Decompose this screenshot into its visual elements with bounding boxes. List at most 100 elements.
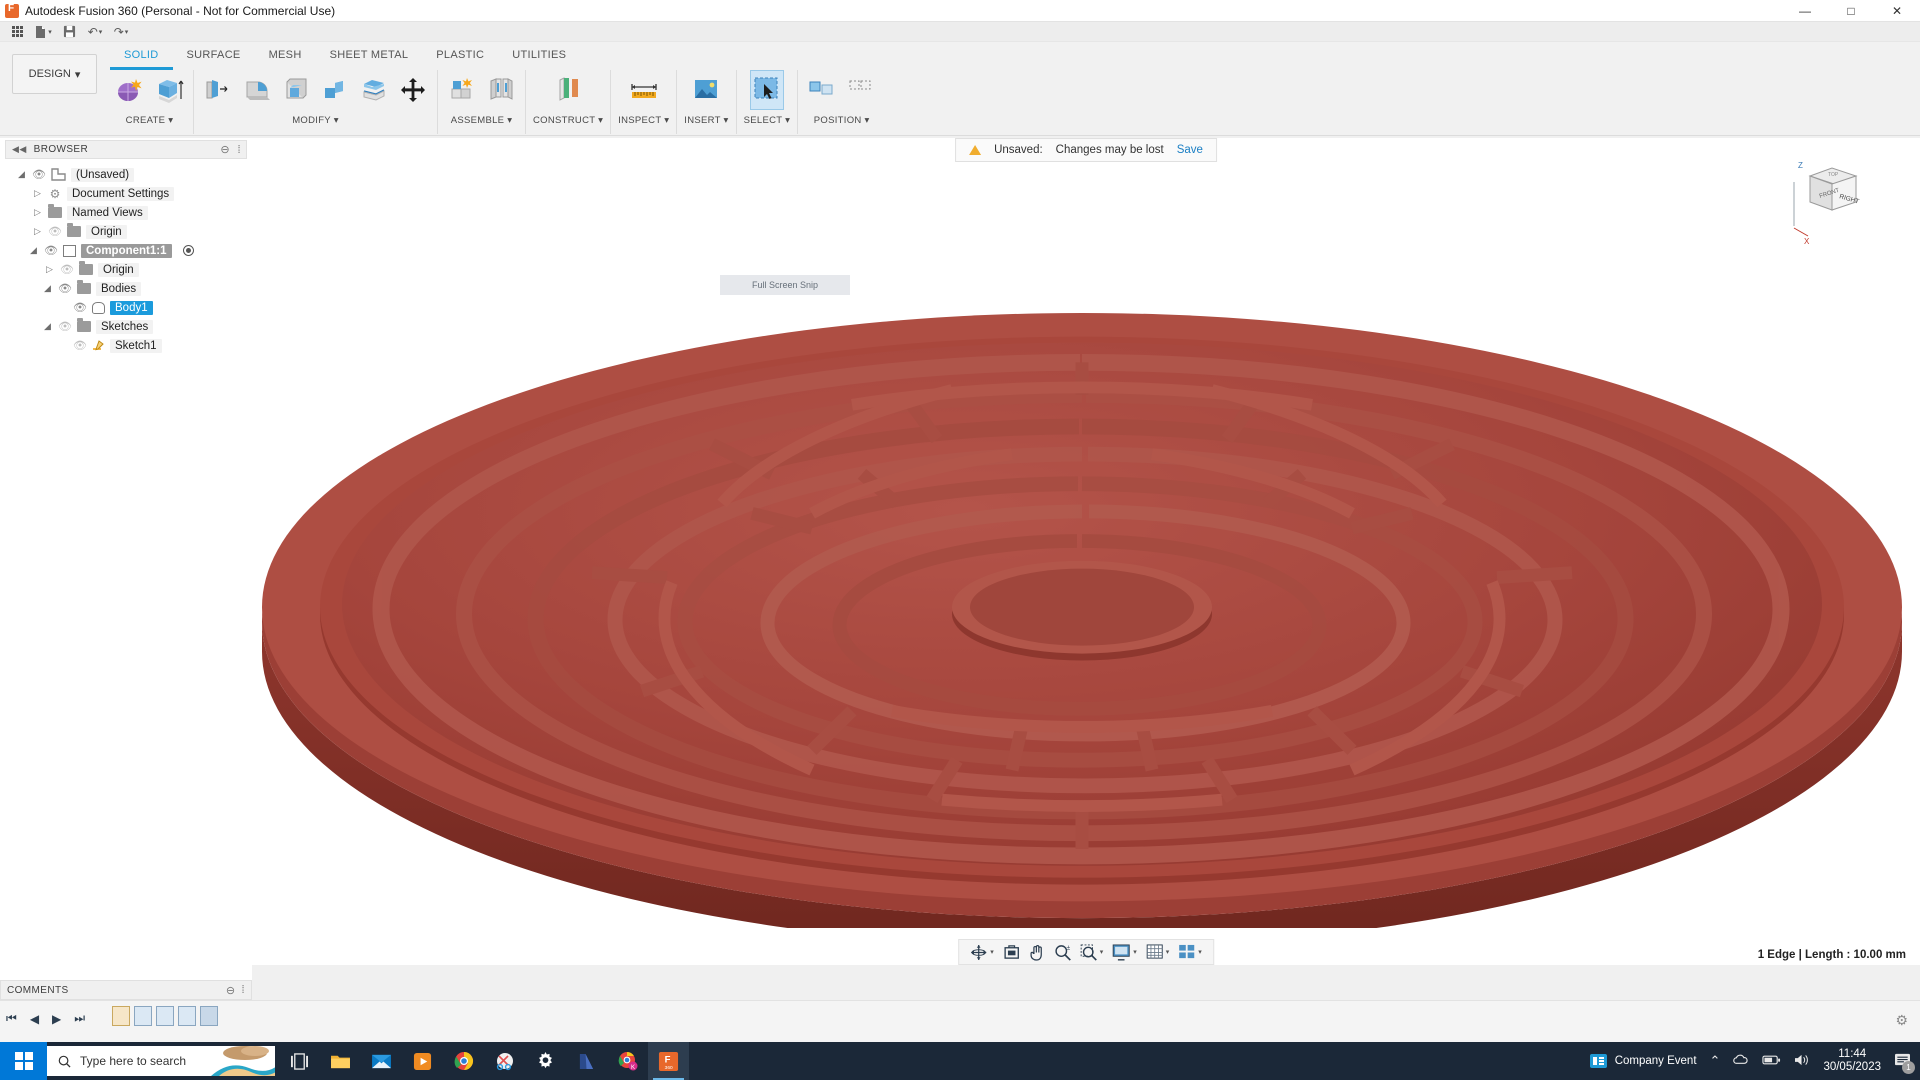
- panel-label-select[interactable]: SELECT ▾: [744, 115, 791, 126]
- select-cursor-icon[interactable]: [750, 70, 784, 110]
- browser-grip-icon[interactable]: ⁞: [238, 144, 241, 156]
- visibility-eye-icon[interactable]: 👁: [73, 301, 87, 314]
- panel-label-assemble[interactable]: ASSEMBLE ▾: [451, 115, 513, 126]
- show-hidden-icons-chevron[interactable]: ⌃: [1710, 1053, 1721, 1069]
- look-at-icon[interactable]: [1000, 944, 1023, 960]
- extrude-feature-icon[interactable]: [200, 1006, 218, 1026]
- chevron-down-icon[interactable]: ▾: [99, 28, 103, 36]
- battery-icon[interactable]: [1762, 1054, 1781, 1069]
- pan-icon[interactable]: [1026, 944, 1048, 961]
- zoom-window-icon[interactable]: ▾: [1077, 944, 1107, 961]
- expand-arrow-icon[interactable]: ▷: [32, 207, 43, 218]
- chrome-kite-icon[interactable]: K: [607, 1042, 648, 1080]
- new-component-icon[interactable]: [445, 70, 479, 110]
- tree-item-origin-comp[interactable]: ▷ 👁 Origin: [0, 260, 252, 279]
- measure-icon[interactable]: [627, 70, 661, 110]
- expand-arrow-icon[interactable]: ◢: [16, 169, 27, 180]
- 3d-canvas[interactable]: Unsaved: Changes may be lost Save FRONT …: [252, 138, 1920, 965]
- comments-pin-icon[interactable]: ⊖: [226, 984, 236, 997]
- chrome-icon[interactable]: [443, 1042, 484, 1080]
- expand-arrow-icon[interactable]: ▷: [32, 226, 43, 237]
- onedrive-icon[interactable]: [1733, 1053, 1749, 1070]
- timeline-settings-gear-icon[interactable]: ⚙: [1895, 1012, 1908, 1029]
- tab-utilities[interactable]: UTILITIES: [498, 47, 580, 70]
- browser-pin-icon[interactable]: ⊖: [220, 143, 230, 156]
- tree-item-sketches[interactable]: ◢ 👁 Sketches: [0, 317, 252, 336]
- comments-grip-icon[interactable]: ⁞: [242, 984, 245, 996]
- expand-arrow-icon[interactable]: ◢: [42, 283, 53, 294]
- visibility-eye-off-icon[interactable]: 👁: [58, 320, 72, 333]
- tab-surface[interactable]: SURFACE: [173, 47, 255, 70]
- file-explorer-icon[interactable]: [320, 1042, 361, 1080]
- tab-sheet-metal[interactable]: SHEET METAL: [316, 47, 423, 70]
- tree-item-document-settings[interactable]: ▷ ⚙ Document Settings: [0, 184, 252, 203]
- insert-image-icon[interactable]: [689, 70, 723, 110]
- tree-item-origin-root[interactable]: ▷ 👁 Origin: [0, 222, 252, 241]
- grid-settings-icon[interactable]: ▾: [1143, 944, 1173, 960]
- skip-start-icon[interactable]: ⏮: [6, 1011, 17, 1026]
- chevron-down-icon[interactable]: ▾: [48, 28, 52, 36]
- new-file-icon[interactable]: ▾: [30, 22, 56, 42]
- settings-icon[interactable]: [525, 1042, 566, 1080]
- chevron-down-icon[interactable]: ▾: [1166, 948, 1170, 956]
- fillet-icon[interactable]: [240, 70, 274, 110]
- create-sketch-icon[interactable]: [113, 70, 147, 110]
- panel-label-create[interactable]: CREATE ▾: [126, 115, 174, 126]
- tree-item-unsaved[interactable]: ◢ 👁 (Unsaved): [0, 165, 252, 184]
- media-player-icon[interactable]: [402, 1042, 443, 1080]
- visibility-eye-icon[interactable]: 👁: [32, 168, 46, 181]
- visibility-eye-off-icon[interactable]: 👁: [73, 339, 87, 352]
- action-center-icon[interactable]: 1: [1894, 1052, 1911, 1070]
- offset-face-icon[interactable]: [357, 70, 391, 110]
- undo-icon[interactable]: ↶▾: [82, 22, 108, 42]
- display-settings-icon[interactable]: ▾: [1109, 944, 1140, 961]
- tree-item-component1[interactable]: ◢ 👁 Component1:1: [0, 241, 252, 260]
- move-copy-icon[interactable]: [396, 70, 430, 110]
- save-button[interactable]: Save: [1177, 144, 1203, 156]
- tree-item-body1[interactable]: 👁 Body1: [0, 298, 252, 317]
- orbit-icon[interactable]: ▾: [967, 944, 997, 961]
- zoom-icon[interactable]: ±: [1051, 944, 1074, 961]
- save-icon[interactable]: [56, 22, 82, 42]
- visibility-eye-icon[interactable]: 👁: [58, 282, 72, 295]
- maximize-button[interactable]: □: [1828, 0, 1874, 22]
- comments-panel-header[interactable]: COMMENTS ⊖ ⁞: [0, 980, 252, 1000]
- extrude-feature-icon[interactable]: [178, 1006, 196, 1026]
- panel-label-modify[interactable]: MODIFY ▾: [292, 115, 339, 126]
- expand-arrow-icon[interactable]: ◢: [42, 321, 53, 332]
- position-icon[interactable]: [844, 70, 878, 110]
- redo-icon[interactable]: ↷▾: [108, 22, 134, 42]
- taskbar-search[interactable]: Type here to search: [47, 1046, 275, 1076]
- extrude-icon[interactable]: [152, 70, 186, 110]
- panel-label-inspect[interactable]: INSPECT ▾: [618, 115, 669, 126]
- collapse-left-icon[interactable]: ◀◀: [12, 144, 27, 155]
- sketch-feature-icon[interactable]: [112, 1006, 130, 1026]
- minimize-button[interactable]: —: [1782, 0, 1828, 22]
- visibility-eye-off-icon[interactable]: 👁: [48, 225, 62, 238]
- fusion360-icon[interactable]: F360: [648, 1042, 689, 1080]
- viewports-icon[interactable]: ▾: [1175, 944, 1205, 960]
- align-icon[interactable]: [805, 70, 839, 110]
- offset-plane-icon[interactable]: [551, 70, 585, 110]
- chevron-down-icon[interactable]: ▾: [1100, 948, 1104, 956]
- activate-component-radio[interactable]: [183, 245, 194, 256]
- company-event-item[interactable]: Company Event: [1590, 1054, 1697, 1068]
- tab-plastic[interactable]: PLASTIC: [422, 47, 498, 70]
- vlc-icon[interactable]: [566, 1042, 607, 1080]
- visibility-eye-off-icon[interactable]: 👁: [60, 263, 74, 276]
- expand-arrow-icon[interactable]: ▷: [44, 264, 55, 275]
- chevron-down-icon[interactable]: ▾: [990, 948, 994, 956]
- combine-icon[interactable]: [318, 70, 352, 110]
- tree-item-sketch1[interactable]: 👁 Sketch1: [0, 336, 252, 355]
- maze-model[interactable]: [252, 158, 1920, 928]
- extrude-feature-icon[interactable]: [156, 1006, 174, 1026]
- extrude-feature-icon[interactable]: [134, 1006, 152, 1026]
- start-button[interactable]: [0, 1042, 47, 1080]
- task-view-icon[interactable]: [279, 1042, 320, 1080]
- expand-arrow-icon[interactable]: ◢: [28, 245, 39, 256]
- tab-solid[interactable]: SOLID: [110, 47, 173, 70]
- chevron-down-icon[interactable]: ▾: [125, 28, 129, 36]
- snip-sketch-icon[interactable]: [484, 1042, 525, 1080]
- shell-icon[interactable]: [279, 70, 313, 110]
- panel-label-insert[interactable]: INSERT ▾: [684, 115, 728, 126]
